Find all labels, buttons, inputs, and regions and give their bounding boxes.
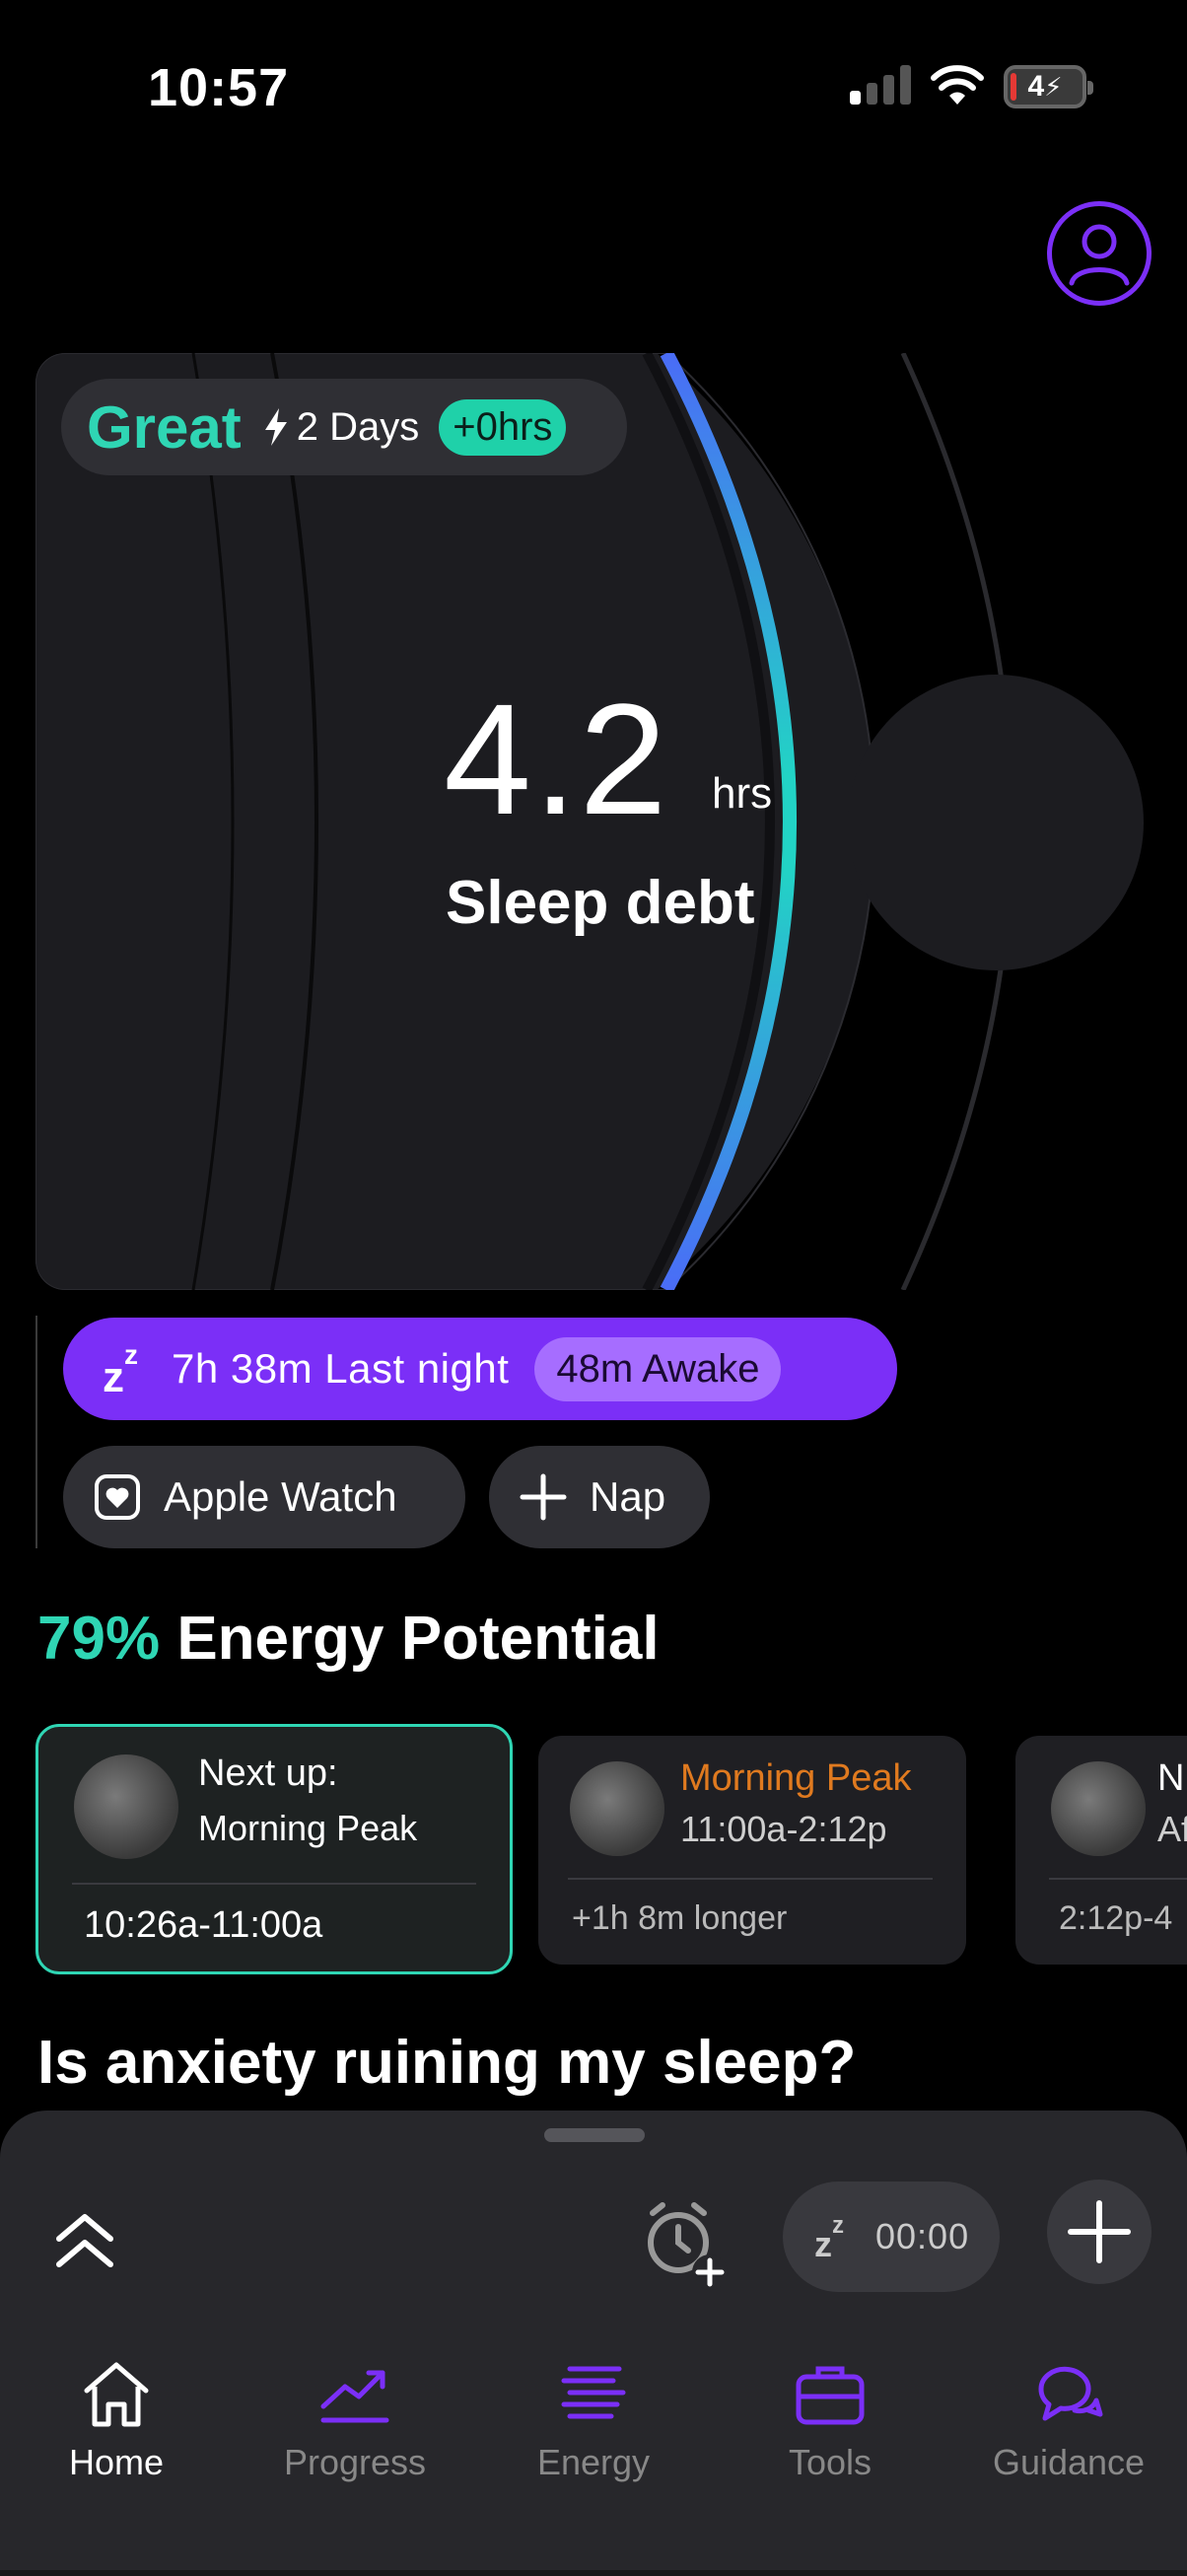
cellular-signal-icon bbox=[850, 65, 911, 105]
timer-value: 00:00 bbox=[875, 2216, 970, 2256]
sleep-zz-icon: zz bbox=[814, 2212, 844, 2264]
sleep-timer-button[interactable]: zz 00:00 bbox=[783, 2182, 1000, 2292]
energy-wave-icon bbox=[570, 1761, 664, 1856]
add-alarm-icon[interactable] bbox=[637, 2197, 732, 2292]
status-bar: 10:57 4 ⚡ bbox=[0, 0, 1187, 158]
tab-label: Progress bbox=[283, 2442, 427, 2482]
energy-lines-icon bbox=[561, 2366, 626, 2419]
timeline-divider bbox=[35, 1316, 37, 1548]
watch-heart-icon bbox=[95, 1474, 140, 1520]
sleep-debt-unit: hrs bbox=[712, 769, 773, 818]
bottom-sheet bbox=[0, 2111, 1187, 2576]
chat-bubbles-icon bbox=[1038, 2366, 1103, 2421]
battery-icon: 4 ⚡ bbox=[1004, 65, 1093, 108]
apple-watch-button[interactable]: Apple Watch bbox=[63, 1446, 465, 1548]
profile-button[interactable] bbox=[1047, 201, 1152, 306]
energy-card-footer: 2:12p-4 bbox=[1059, 1899, 1173, 1937]
tab-label: Tools bbox=[788, 2442, 873, 2482]
energy-card-footer: 10:26a-11:00a bbox=[84, 1904, 323, 1946]
add-button[interactable] bbox=[1047, 2180, 1152, 2284]
bolt-icon bbox=[264, 408, 287, 446]
energy-card-morning-peak[interactable]: Morning Peak 11:00a-2:12p +1h 8m longer bbox=[538, 1736, 966, 1965]
streak-label: Great bbox=[87, 394, 242, 461]
home-icon bbox=[84, 2362, 149, 2427]
tab-label: Guidance bbox=[992, 2442, 1146, 2482]
last-night-pill[interactable]: zz 7h 38m Last night 48m Awake bbox=[63, 1318, 897, 1420]
tab-progress[interactable]: Progress bbox=[256, 2357, 454, 2483]
energy-card-title: Morning Peak bbox=[680, 1757, 912, 1799]
apple-watch-label: Apple Watch bbox=[164, 1473, 397, 1520]
energy-card-subtitle: Af bbox=[1157, 1809, 1187, 1849]
energy-card-subtitle: Morning Peak bbox=[198, 1808, 418, 1848]
tab-guidance[interactable]: Guidance bbox=[970, 2357, 1167, 2483]
energy-title: Energy Potential bbox=[176, 1605, 660, 1673]
article-title[interactable]: Is anxiety ruining my sleep? bbox=[37, 2028, 856, 2098]
add-nap-button[interactable]: Nap bbox=[489, 1446, 710, 1548]
briefcase-icon bbox=[796, 2366, 865, 2425]
energy-potential-heading: 79% Energy Potential bbox=[37, 1604, 660, 1674]
energy-card-title: N bbox=[1157, 1757, 1185, 1799]
energy-card-afternoon[interactable]: N Af 2:12p-4 bbox=[1015, 1736, 1187, 1965]
streak-days: 2 Days bbox=[296, 404, 420, 449]
energy-percent: 79% bbox=[37, 1605, 161, 1673]
plus-icon bbox=[520, 1473, 567, 1521]
battery-level: 4 bbox=[1027, 70, 1045, 103]
double-chevron-up-icon[interactable] bbox=[53, 2209, 116, 2272]
sleep-debt-label: Sleep debt bbox=[446, 869, 755, 937]
energy-card-footer: +1h 8m longer bbox=[572, 1899, 788, 1937]
energy-wave-icon bbox=[74, 1754, 178, 1859]
sheet-grabber[interactable] bbox=[544, 2128, 645, 2142]
streak-pill[interactable]: Great 2 Days +0hrs bbox=[61, 379, 627, 475]
tab-label: Home bbox=[68, 2442, 165, 2482]
tab-home[interactable]: Home bbox=[18, 2357, 215, 2483]
energy-wave-icon bbox=[1051, 1761, 1146, 1856]
wifi-icon bbox=[931, 65, 984, 105]
sleep-debt-value: 4.2 bbox=[444, 671, 669, 847]
tab-tools[interactable]: Tools bbox=[732, 2357, 929, 2483]
streak-badge: +0hrs bbox=[439, 398, 567, 456]
tab-energy[interactable]: Energy bbox=[495, 2357, 692, 2483]
user-icon bbox=[1069, 224, 1130, 286]
awake-badge: 48m Awake bbox=[534, 1336, 782, 1401]
nap-label: Nap bbox=[590, 1473, 666, 1520]
home-indicator bbox=[0, 2570, 1187, 2576]
trend-up-icon bbox=[320, 2370, 389, 2423]
last-night-text: 7h 38m Last night bbox=[172, 1345, 510, 1392]
plus-icon bbox=[1068, 2200, 1131, 2263]
energy-card-subtitle: 11:00a-2:12p bbox=[680, 1809, 887, 1849]
energy-card-next[interactable]: Next up: Morning Peak 10:26a-11:00a bbox=[35, 1724, 513, 1974]
sleep-zz-icon: zz bbox=[103, 1339, 138, 1401]
status-time: 10:57 bbox=[148, 58, 290, 117]
energy-card-title: Next up: bbox=[198, 1753, 338, 1794]
tab-label: Energy bbox=[536, 2442, 651, 2482]
